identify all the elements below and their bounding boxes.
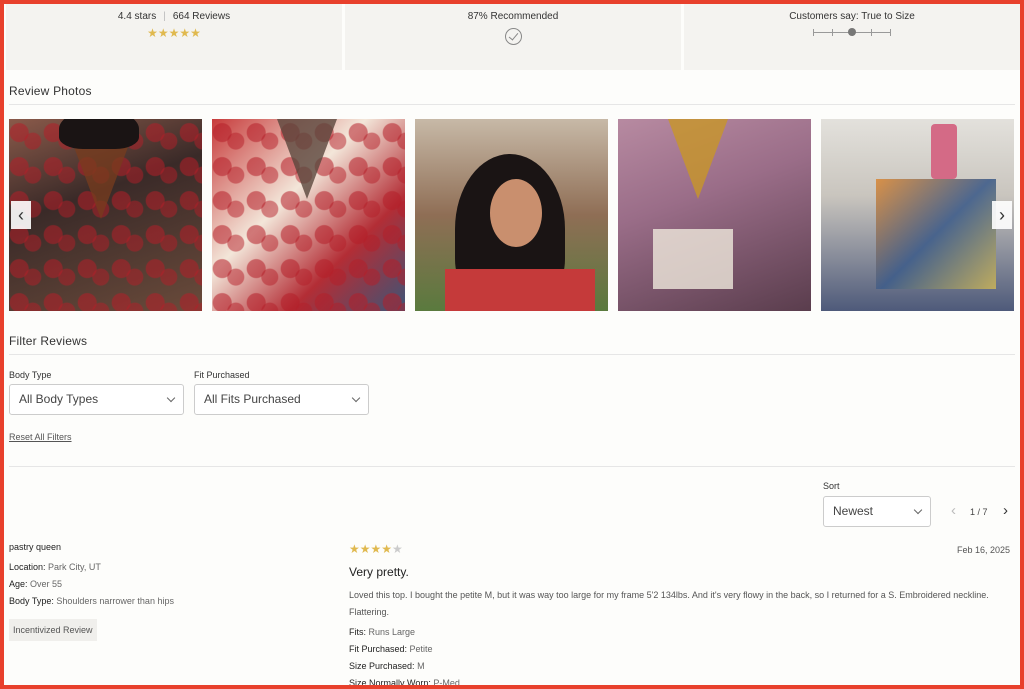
- review-body: Loved this top. I bought the petite M, b…: [349, 590, 989, 617]
- page-next-button[interactable]: ›: [1003, 503, 1014, 518]
- review-photo[interactable]: [821, 119, 1014, 311]
- recommended-text: 87% Recommended: [467, 11, 559, 22]
- incentivized-badge: Incentivized Review: [9, 619, 97, 641]
- chevron-down-icon: [166, 393, 176, 403]
- review-summary: 4.4 stars | 664 Reviews ★★★★★ 87% Recommen…: [6, 4, 1020, 70]
- reviewer-name: pastry queen: [9, 542, 62, 552]
- carousel-prev-button[interactable]: ‹: [11, 201, 31, 229]
- review-date: Feb 16, 2025: [956, 545, 1010, 555]
- carousel-next-button[interactable]: ›: [992, 201, 1012, 229]
- sort-label: Sort: [823, 481, 840, 491]
- review-title: Very pretty.: [349, 565, 409, 579]
- rating-text: 4.4 stars: [117, 11, 157, 22]
- filter-reviews-title: Filter Reviews: [9, 334, 88, 348]
- review-fit-purchased: Fit Purchased: Petite: [349, 644, 433, 654]
- review-size-purchased: Size Purchased: M: [349, 661, 425, 671]
- sort-value: Newest: [833, 504, 874, 518]
- fit-purchased-label: Fit Purchased: [194, 370, 250, 380]
- page-indicator: 1 / 7: [970, 507, 988, 517]
- fit-indicator-dot: [848, 28, 856, 36]
- rating-stars: ★★★★★: [147, 26, 201, 40]
- chevron-down-icon: [351, 393, 361, 403]
- review-fits: Fits: Runs Large: [349, 627, 416, 637]
- fit-summary: Customers say: True to Size: [684, 4, 1020, 70]
- divider: [9, 104, 1015, 105]
- review-photo[interactable]: [9, 119, 202, 311]
- fit-scale: [813, 28, 891, 36]
- fit-purchased-select[interactable]: All Fits Purchased: [194, 384, 369, 415]
- reset-filters-link[interactable]: Reset All Filters: [9, 432, 72, 442]
- reviewer-body-type: Body Type: Shoulders narrower than hips: [9, 596, 174, 606]
- review-photo[interactable]: [618, 119, 811, 311]
- review-rating-stars: ★★★★★: [349, 542, 403, 556]
- review-photo[interactable]: [212, 119, 405, 311]
- divider: [9, 354, 1015, 355]
- fit-purchased-value: All Fits Purchased: [204, 392, 301, 406]
- review-photo[interactable]: [415, 119, 608, 311]
- reviewer-age: Age: Over 55: [9, 579, 63, 589]
- body-type-label: Body Type: [9, 370, 52, 380]
- body-type-select[interactable]: All Body Types: [9, 384, 184, 415]
- fit-text: Customers say: True to Size: [789, 11, 915, 22]
- chevron-down-icon: [913, 505, 923, 515]
- review-size-worn: Size Normally Worn: P-Med: [349, 678, 460, 688]
- recommended-summary: 87% Recommended: [345, 4, 681, 70]
- divider: [9, 466, 1015, 467]
- reviews-count[interactable]: 664 Reviews: [173, 11, 230, 22]
- review-photos-carousel: ‹ ›: [9, 119, 1015, 311]
- body-type-value: All Body Types: [19, 392, 99, 406]
- reviewer-location: Location: Park City, UT: [9, 562, 101, 572]
- page-prev-button[interactable]: ‹: [951, 503, 962, 518]
- review-photos-title: Review Photos: [9, 84, 92, 98]
- sort-select[interactable]: Newest: [823, 496, 931, 527]
- page-frame: 4.4 stars | 664 Reviews ★★★★★ 87% Recommen…: [0, 0, 1024, 689]
- checkmark-circle-icon: [505, 28, 522, 45]
- rating-summary: 4.4 stars | 664 Reviews ★★★★★: [6, 4, 342, 70]
